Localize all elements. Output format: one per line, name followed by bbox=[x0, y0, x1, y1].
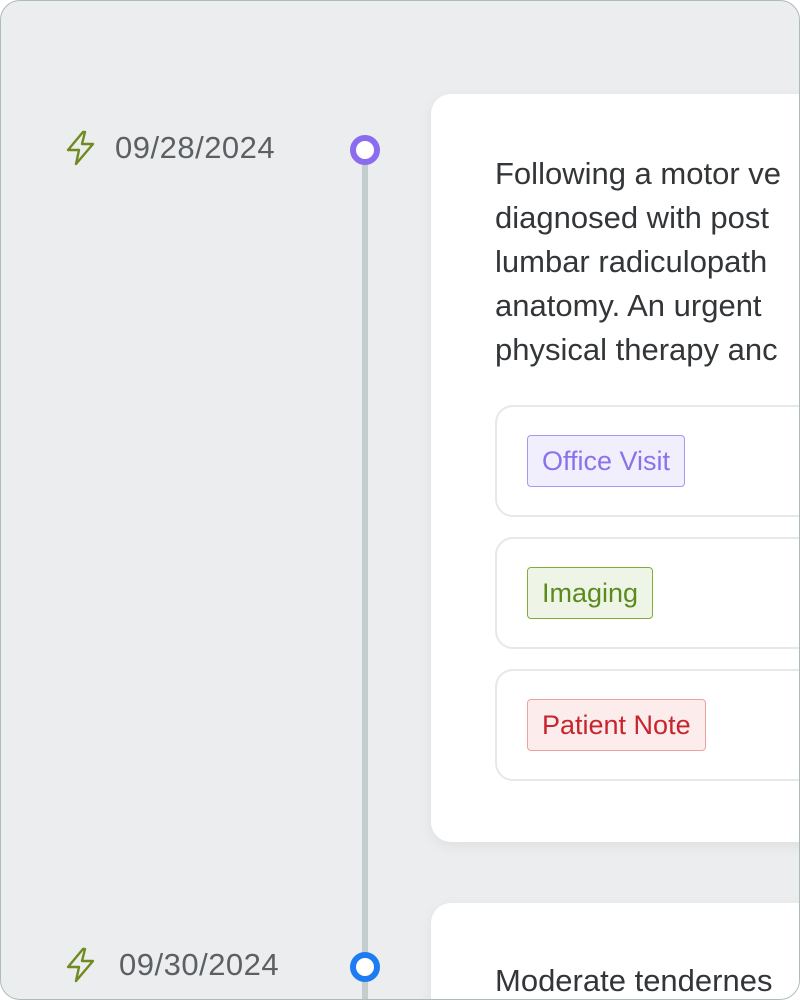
summary-line: lumbar radiculopath bbox=[495, 244, 768, 279]
record-type-tag: Office Visit bbox=[527, 435, 686, 487]
record-type-tag: Imaging bbox=[527, 567, 654, 619]
timeline-line bbox=[362, 161, 368, 999]
entry-date: 09/30/2024 bbox=[119, 947, 280, 982]
lightning-bolt-icon bbox=[63, 130, 99, 166]
entry-date: 09/28/2024 bbox=[115, 130, 276, 165]
card-summary: Moderate tendernes bbox=[495, 963, 773, 998]
timeline-card[interactable]: Moderate tendernes bbox=[431, 903, 799, 999]
card-summary: Following a motor ve diagnosed with post… bbox=[495, 152, 781, 372]
summary-line: anatomy. An urgent bbox=[495, 288, 762, 323]
summary-line: physical therapy anc bbox=[495, 332, 778, 367]
record-item-imaging[interactable]: Imaging bbox=[495, 537, 799, 649]
summary-line: Following a motor ve bbox=[495, 156, 782, 191]
record-item-office-visit[interactable]: Office Visit bbox=[495, 405, 799, 517]
timeline-node bbox=[350, 135, 380, 165]
record-item-patient-note[interactable]: Patient Note bbox=[495, 669, 799, 781]
timeline-entry-header: 09/30/2024 bbox=[63, 945, 279, 985]
timeline-entry-header: 09/28/2024 bbox=[63, 128, 275, 168]
lightning-bolt-icon bbox=[63, 947, 99, 983]
timeline-node bbox=[350, 952, 380, 982]
summary-line: diagnosed with post bbox=[495, 200, 770, 235]
timeline-panel: 09/28/2024 Following a motor ve diagnose… bbox=[0, 0, 800, 1000]
record-type-tag: Patient Note bbox=[527, 699, 706, 751]
timeline-card[interactable]: Following a motor ve diagnosed with post… bbox=[431, 94, 799, 842]
